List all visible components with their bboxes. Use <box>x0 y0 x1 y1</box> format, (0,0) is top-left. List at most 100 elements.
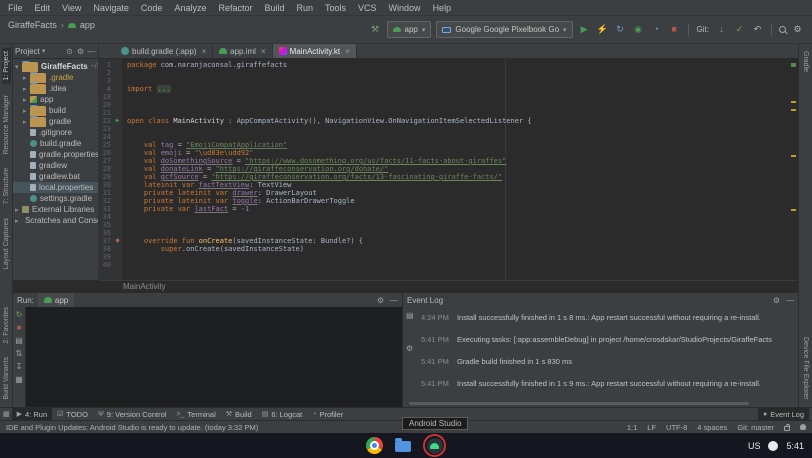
toolwindow-profiler[interactable]: ◔ Profiler <box>307 408 348 421</box>
toolwindow-logcat[interactable]: ▤ 6: Logcat <box>257 408 307 421</box>
breadcrumb-project[interactable]: GiraffeFacts <box>8 20 57 30</box>
stripe-gradle[interactable]: Gradle <box>801 48 810 75</box>
status-widget[interactable]: 4 spaces <box>697 423 727 432</box>
code-line[interactable]: 39 <box>99 253 798 261</box>
menu-item[interactable]: Tools <box>319 3 352 13</box>
tree-item[interactable]: ▸ External Libraries <box>13 204 98 215</box>
panel-settings-icon[interactable]: ⚙ <box>773 296 780 305</box>
stripe-resource-manager[interactable]: Resource Manager <box>2 92 11 158</box>
code-line[interactable]: 22▶open class MainActivity : AppCompatAc… <box>99 117 798 125</box>
tab-mainactivity[interactable]: MainActivity.kt × <box>273 44 357 58</box>
code-line[interactable]: 32 private lateinit var toggle: ActionBa… <box>99 197 798 205</box>
debug-button[interactable]: ◉ <box>632 23 645 36</box>
code-line[interactable]: 28 val donateLink = "https://giraffecons… <box>99 165 798 173</box>
expand-arrow-icon[interactable]: ▸ <box>23 85 30 93</box>
expand-arrow-icon[interactable]: ▸ <box>23 107 30 115</box>
close-icon[interactable]: × <box>345 47 350 56</box>
code-line[interactable]: 20 <box>99 101 798 109</box>
code-line[interactable]: 19 <box>99 93 798 101</box>
menu-item[interactable]: Build <box>258 3 290 13</box>
toolwindow-run[interactable]: ▶ 4: Run <box>12 408 53 421</box>
code-line[interactable]: 31 private lateinit var drawer: DrawerLa… <box>99 189 798 197</box>
code-line[interactable]: 29 val gcfSource = "https://giraffeconse… <box>99 173 798 181</box>
apply-changes-button[interactable]: ⚡ <box>596 23 609 36</box>
code-line[interactable]: 36 <box>99 229 798 237</box>
expand-arrow-icon[interactable]: ▸ <box>23 118 30 126</box>
expand-arrow-icon[interactable]: ▸ <box>15 206 22 214</box>
expand-arrow-icon[interactable]: ▸ <box>23 96 30 104</box>
keyboard-layout[interactable]: US <box>748 441 761 451</box>
hide-panel-icon[interactable]: — <box>786 296 794 305</box>
close-icon[interactable]: × <box>201 47 206 56</box>
run-button[interactable]: ▶ <box>578 23 591 36</box>
menu-item[interactable]: Code <box>135 3 169 13</box>
android-studio-icon[interactable] <box>427 438 443 454</box>
code-line[interactable]: 38 super.onCreate(savedInstanceState) <box>99 245 798 253</box>
expand-arrow-icon[interactable]: ▾ <box>15 63 22 71</box>
run-class-icon[interactable]: ▶ <box>113 117 122 125</box>
stripe-project[interactable]: 1: Project <box>2 48 11 84</box>
menu-item[interactable]: View <box>56 3 87 13</box>
run-tab-app[interactable]: app <box>38 293 74 307</box>
tree-item[interactable]: gradlew.bat <box>13 171 98 182</box>
files-icon[interactable] <box>395 441 411 452</box>
status-circle-icon[interactable] <box>768 441 778 451</box>
stripe-device-file-explorer[interactable]: Device File Explorer <box>801 334 810 403</box>
tree-item[interactable]: ▸ .idea <box>13 83 98 94</box>
code-line[interactable]: 33 private var lastFact = -1 <box>99 205 798 213</box>
tree-item[interactable]: .gitignore <box>13 127 98 138</box>
code-line[interactable]: 3 <box>99 77 798 85</box>
horizontal-scrollbar[interactable] <box>409 402 749 405</box>
project-tree-panel[interactable]: ▾ GiraffeFacts ~/StudioProjects/GiraffeF… <box>13 59 99 280</box>
menu-item[interactable]: Window <box>383 3 427 13</box>
tree-item[interactable]: ▸ Scratches and Consoles <box>13 215 98 226</box>
run-console[interactable]: ↻■▤⇅↧▦ <box>13 307 402 407</box>
code-line[interactable]: 25 val tag = "EmojiCompatApplication" <box>99 141 798 149</box>
console-output[interactable] <box>26 307 402 407</box>
panel-settings-icon[interactable]: ⚙ <box>76 47 85 56</box>
scroll-to-end-icon[interactable]: ↧ <box>16 362 23 371</box>
scroll-up-down-icon[interactable]: ⇅ <box>16 349 23 358</box>
window-switcher-icon[interactable]: ▦ <box>3 410 10 418</box>
code-line[interactable]: 2 <box>99 69 798 77</box>
stripe-structure[interactable]: 7: Structure <box>2 165 11 207</box>
device-select[interactable]: Google Google Pixelbook Go ▾ <box>436 21 572 38</box>
expand-arrow-icon[interactable]: ▸ <box>23 74 30 82</box>
stripe-favorites[interactable]: 2: Favorites <box>2 304 11 347</box>
code-line[interactable]: 30 lateinit var factTextView: TextView <box>99 181 798 189</box>
tree-item[interactable]: settings.gradle <box>13 193 98 204</box>
locate-file-icon[interactable]: ⊙ <box>65 47 74 56</box>
code-line[interactable]: 24 <box>99 133 798 141</box>
tree-item[interactable]: build.gradle <box>13 138 98 149</box>
toolwindow-todo[interactable]: ☑ TODO <box>52 408 93 421</box>
menu-item[interactable]: VCS <box>352 3 383 13</box>
lock-icon[interactable] <box>784 426 790 431</box>
settings-gear-icon[interactable]: ⚙ <box>791 23 804 36</box>
code-line[interactable]: 1package com.naranjaconsal.giraffefacts <box>99 61 798 69</box>
code-line[interactable]: 26 val emoji = "\ud83e\udd92" <box>99 149 798 157</box>
menu-item[interactable]: Refactor <box>212 3 258 13</box>
breadcrumb-class[interactable]: MainActivity <box>123 282 166 291</box>
tree-item[interactable]: gradle.properties <box>13 149 98 160</box>
tab-build-gradle[interactable]: build.gradle (:app) × <box>115 44 213 58</box>
stripe-build-variants[interactable]: Build Variants <box>2 354 11 403</box>
panel-settings-icon[interactable]: ⚙ <box>377 296 384 305</box>
menu-item[interactable]: File <box>2 3 29 13</box>
code-line[interactable]: 34 <box>99 213 798 221</box>
menu-item[interactable]: Help <box>427 3 458 13</box>
apply-code-changes-button[interactable]: ↻ <box>614 23 627 36</box>
search-everywhere-icon[interactable] <box>779 26 786 33</box>
status-message[interactable]: IDE and Plugin Updates: Android Studio i… <box>6 423 258 432</box>
hide-panel-icon[interactable]: — <box>390 296 398 305</box>
code-editor[interactable]: 1package com.naranjaconsal.giraffefacts2… <box>99 59 798 280</box>
project-view-select[interactable]: Project <box>15 47 40 56</box>
code-line[interactable]: 35 <box>99 221 798 229</box>
code-line[interactable]: 4import ... <box>99 85 798 93</box>
git-update-button[interactable]: ↓ <box>715 23 728 36</box>
tree-item[interactable]: local.properties <box>13 182 98 193</box>
tree-item[interactable]: ▸ app <box>13 94 98 105</box>
stop-icon[interactable]: ■ <box>17 323 22 332</box>
menu-item[interactable]: Analyze <box>168 3 212 13</box>
console-list-icon[interactable]: ▤ <box>15 336 23 345</box>
run-config-select[interactable]: app ▾ <box>387 21 432 38</box>
